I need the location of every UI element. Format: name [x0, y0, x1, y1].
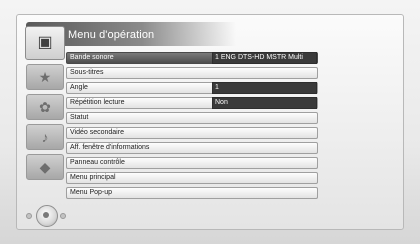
menu-item-label: Sous-titres	[70, 69, 104, 76]
menu-item-label: Aff. fenêtre d'informations	[70, 144, 150, 151]
menu-title: Menu d'opération	[68, 29, 155, 41]
menu-item-menu-pop-up[interactable]: Menu Pop-up	[66, 187, 318, 199]
menu-item-repetition-lecture[interactable]: Répétition lecture Non	[66, 97, 318, 109]
music-note-icon[interactable]: ♪	[26, 124, 64, 150]
menu-item-value: 1 ENG DTS-HD MSTR Multi	[212, 52, 317, 64]
menu-item-aff-fenetre-informations[interactable]: Aff. fenêtre d'informations	[66, 142, 318, 154]
menu-item-video-secondaire[interactable]: Vidéo secondaire	[66, 127, 318, 139]
dpad-center	[43, 212, 49, 218]
menu-item-menu-principal[interactable]: Menu principal	[66, 172, 318, 184]
menu-item-label: Répétition lecture	[70, 99, 125, 106]
operation-menu-screen: Menu d'opération ▣ ★ ✿ ♪ ◆ Bande sonore …	[0, 0, 420, 244]
menu-item-value: Non	[212, 97, 317, 109]
settings-icon[interactable]: ✿	[26, 94, 64, 120]
disc-tools-icon[interactable]: ▣	[25, 26, 65, 60]
menu-item-panneau-controle[interactable]: Panneau contrôle	[66, 157, 318, 169]
menu-item-label: Angle	[70, 84, 88, 91]
menu-item-label: Bande sonore	[70, 54, 114, 61]
menu-item-angle[interactable]: Angle 1	[66, 82, 318, 94]
menu-item-label: Vidéo secondaire	[70, 129, 124, 136]
menu-item-label: Menu principal	[70, 174, 116, 181]
menu-item-label: Statut	[70, 114, 89, 121]
cube-icon[interactable]: ◆	[26, 154, 64, 180]
menu-item-value: 1	[212, 82, 317, 94]
menu-item-statut[interactable]: Statut	[66, 112, 318, 124]
star-icon[interactable]: ★	[26, 64, 64, 90]
dpad-left-dot	[26, 213, 32, 219]
menu-item-label: Menu Pop-up	[70, 189, 113, 196]
menu-item-bande-sonore[interactable]: Bande sonore 1 ENG DTS-HD MSTR Multi	[66, 52, 318, 64]
dpad-icon	[24, 204, 68, 228]
menu-item-label: Panneau contrôle	[70, 159, 125, 166]
dpad-right-dot	[60, 213, 66, 219]
menu-item-sous-titres[interactable]: Sous-titres	[66, 67, 318, 79]
